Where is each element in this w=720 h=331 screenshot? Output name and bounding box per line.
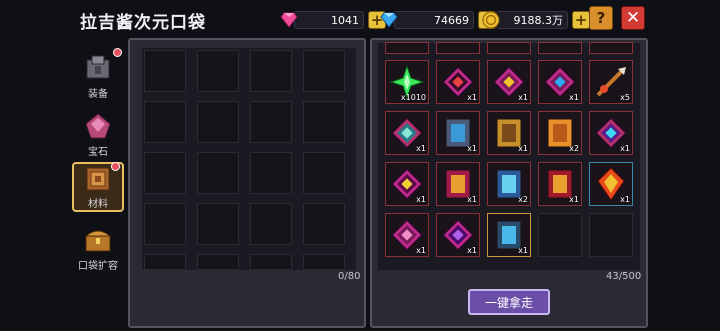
- inventory-item[interactable]: x1: [385, 213, 429, 257]
- inventory-slot[interactable]: [589, 42, 633, 54]
- item-quantity: x1: [620, 144, 630, 153]
- inventory-slot[interactable]: [487, 42, 531, 54]
- inventory-item[interactable]: x1: [589, 162, 633, 206]
- item-quantity: x1: [416, 144, 426, 153]
- gem-bag-icon: [83, 111, 113, 141]
- inventory-item[interactable]: x1: [487, 111, 531, 155]
- help-button[interactable]: ?: [589, 6, 613, 30]
- empty-slot[interactable]: [144, 254, 186, 270]
- inventory-item[interactable]: x2: [538, 111, 582, 155]
- item-quantity: x5: [620, 93, 630, 102]
- inventory-item[interactable]: x1: [436, 60, 480, 104]
- empty-slot[interactable]: [589, 213, 633, 257]
- inventory-slot[interactable]: [538, 42, 582, 54]
- empty-slot[interactable]: [303, 254, 345, 270]
- empty-slot[interactable]: [538, 213, 582, 257]
- inventory-slot[interactable]: [385, 42, 429, 54]
- empty-slot[interactable]: [250, 101, 292, 143]
- tab-label: 宝石: [88, 147, 108, 158]
- pink-gem-icon: [280, 11, 298, 29]
- inventory-item[interactable]: x5: [589, 60, 633, 104]
- inventory-item[interactable]: x1010: [385, 60, 429, 104]
- inventory-item[interactable]: x1: [436, 162, 480, 206]
- coin-count: 9188.3万: [496, 11, 568, 29]
- gem-currency: 1041 +: [280, 9, 386, 31]
- tab-label: 装备: [88, 89, 108, 100]
- coin-currency: 9188.3万 +: [482, 9, 590, 31]
- blue-diamond-icon: [380, 11, 398, 29]
- empty-slot[interactable]: [250, 152, 292, 194]
- empty-slot[interactable]: [303, 152, 345, 194]
- item-quantity: x1: [416, 246, 426, 255]
- pocket-capacity: 0/80: [338, 271, 361, 282]
- add-coins-button[interactable]: +: [572, 11, 590, 29]
- inventory-item[interactable]: x1: [385, 162, 429, 206]
- inventory-capacity: 43/500: [606, 271, 642, 282]
- inventory-item[interactable]: x1: [487, 60, 531, 104]
- empty-slot[interactable]: [197, 254, 239, 270]
- empty-slot[interactable]: [144, 152, 186, 194]
- empty-slot[interactable]: [197, 152, 239, 194]
- inventory-item[interactable]: x1: [436, 111, 480, 155]
- armor-icon: [83, 53, 113, 83]
- item-quantity: x1: [518, 246, 528, 255]
- inventory-item[interactable]: x2: [487, 162, 531, 206]
- item-quantity: x1: [416, 195, 426, 204]
- item-quantity: x1: [518, 93, 528, 102]
- empty-slot[interactable]: [197, 101, 239, 143]
- item-quantity: x1: [467, 144, 477, 153]
- inventory-item[interactable]: x1: [385, 111, 429, 155]
- inventory-slot[interactable]: [436, 42, 480, 54]
- notification-dot: [111, 162, 120, 171]
- empty-slot[interactable]: [250, 254, 292, 270]
- tab-expand[interactable]: 口袋扩容: [72, 222, 124, 272]
- tab-label: 口袋扩容: [78, 261, 118, 272]
- inventory-item[interactable]: x1: [436, 213, 480, 257]
- inventory-item[interactable]: x1: [487, 213, 531, 257]
- empty-slot[interactable]: [303, 203, 345, 245]
- material-book-icon: [83, 164, 113, 193]
- empty-slot[interactable]: [144, 101, 186, 143]
- tab-gems[interactable]: 宝石: [72, 108, 124, 158]
- item-quantity: x1: [518, 144, 528, 153]
- item-quantity: x1: [467, 195, 477, 204]
- empty-slot[interactable]: [144, 203, 186, 245]
- tab-materials[interactable]: 材料: [72, 162, 124, 212]
- tab-equipment[interactable]: 装备: [72, 48, 124, 100]
- item-quantity: x1: [569, 93, 579, 102]
- item-quantity: x2: [518, 195, 528, 204]
- item-quantity: x1010: [400, 93, 426, 102]
- empty-slot[interactable]: [197, 50, 239, 92]
- item-quantity: x2: [569, 144, 579, 153]
- diamond-currency: 74669 +: [380, 9, 496, 31]
- empty-slot[interactable]: [144, 50, 186, 92]
- close-button[interactable]: ✕: [621, 6, 645, 30]
- empty-slot[interactable]: [303, 50, 345, 92]
- empty-slot[interactable]: [197, 203, 239, 245]
- inventory-item[interactable]: x1: [538, 162, 582, 206]
- empty-slot[interactable]: [250, 203, 292, 245]
- inventory-item[interactable]: x1: [538, 60, 582, 104]
- diamond-count: 74669: [394, 11, 474, 29]
- inventory-item[interactable]: x1: [589, 111, 633, 155]
- empty-slot[interactable]: [303, 101, 345, 143]
- notification-dot: [113, 48, 122, 57]
- item-quantity: x1: [467, 246, 477, 255]
- chest-icon: [83, 225, 113, 255]
- item-quantity: x1: [467, 93, 477, 102]
- window-title: 拉吉酱次元口袋: [80, 13, 206, 33]
- item-quantity: x1: [569, 195, 579, 204]
- empty-slot[interactable]: [250, 50, 292, 92]
- item-quantity: x1: [620, 195, 630, 204]
- tab-label: 材料: [88, 199, 108, 210]
- gold-coin-icon: [482, 11, 500, 29]
- take-all-button[interactable]: 一键拿走: [468, 289, 550, 315]
- gem-count: 1041: [294, 11, 364, 29]
